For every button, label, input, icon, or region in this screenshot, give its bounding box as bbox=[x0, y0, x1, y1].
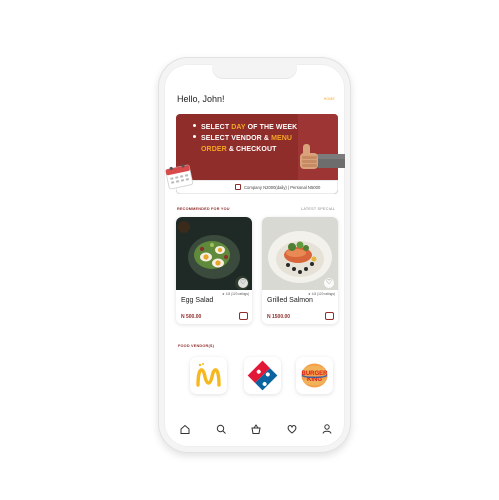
vendors-title: FOOD VENDOR(S) bbox=[178, 344, 215, 348]
heart-icon[interactable] bbox=[286, 423, 298, 435]
banner-footer: Company N2000(daily) | Personal N5000 bbox=[176, 180, 338, 194]
food-price: N 1500.00 bbox=[267, 314, 291, 320]
recommended-title: RECOMMENDED FOR YOU bbox=[177, 207, 230, 211]
wallet-icon bbox=[235, 184, 241, 190]
home-link[interactable]: HOME bbox=[324, 97, 335, 101]
bottom-tab-bar bbox=[164, 419, 345, 439]
phone-notch bbox=[212, 64, 297, 78]
dominos-logo-icon bbox=[247, 360, 278, 391]
vendor-mcdonalds[interactable] bbox=[190, 357, 227, 394]
profile-icon[interactable] bbox=[321, 423, 333, 435]
vendor-burger-king[interactable]: BURGER KING bbox=[296, 357, 333, 394]
promo-banner[interactable]: SELECT DAY OF THE WEEK SELECT VENDOR & M… bbox=[165, 114, 345, 194]
thumbs-up-icon bbox=[300, 144, 345, 169]
food-price: N 500.00 bbox=[181, 314, 202, 320]
phone-frame: Hello, John! HOME SELECT DAY OF THE WEEK… bbox=[158, 57, 351, 453]
app-screen: Hello, John! HOME SELECT DAY OF THE WEEK… bbox=[164, 64, 345, 447]
food-name: Egg Salad bbox=[181, 297, 214, 304]
basket-icon[interactable] bbox=[250, 423, 262, 435]
calendar-icon bbox=[165, 164, 194, 190]
banner-step-2: SELECT VENDOR & MENU bbox=[193, 133, 297, 144]
food-card-egg-salad[interactable]: ♡ ★ 4.8 (120 ratings) Egg Salad N 500.00 bbox=[176, 217, 252, 324]
home-icon[interactable] bbox=[179, 423, 191, 435]
rating-text: ★ 4.8 (120 ratings) bbox=[308, 292, 335, 296]
banner-step-3: ORDER & CHECKOUT bbox=[201, 146, 277, 153]
banner-steps: SELECT DAY OF THE WEEK SELECT VENDOR & M… bbox=[193, 122, 297, 155]
allowance-text: Company N2000(daily) | Personal N5000 bbox=[244, 184, 321, 190]
food-card-grilled-salmon[interactable]: ♡ ★ 4.8 (120 ratings) Grilled Salmon N 1… bbox=[262, 217, 338, 324]
mcdonalds-logo-icon bbox=[196, 363, 221, 387]
latest-special-link[interactable]: LATEST SPECIAL bbox=[301, 207, 335, 211]
search-icon[interactable] bbox=[215, 423, 227, 435]
add-to-basket-icon[interactable] bbox=[239, 312, 248, 320]
favorite-heart-icon[interactable]: ♡ bbox=[324, 278, 334, 288]
food-name: Grilled Salmon bbox=[267, 297, 313, 304]
add-to-basket-icon[interactable] bbox=[325, 312, 334, 320]
vendor-dominos[interactable] bbox=[244, 357, 281, 394]
favorite-heart-icon[interactable]: ♡ bbox=[238, 278, 248, 288]
burger-king-logo-icon: BURGER KING bbox=[301, 363, 328, 388]
rating-text: ★ 4.8 (120 ratings) bbox=[222, 292, 249, 296]
greeting-text: Hello, John! bbox=[177, 94, 225, 104]
banner-step-1: SELECT DAY OF THE WEEK bbox=[193, 122, 297, 133]
